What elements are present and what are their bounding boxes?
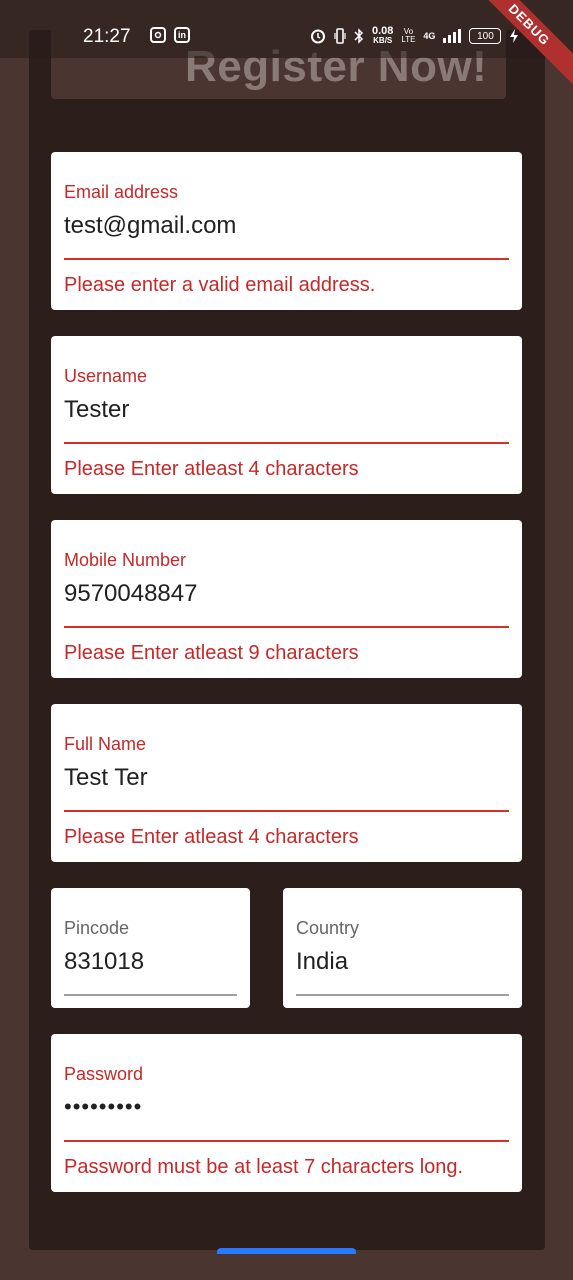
username-error: Please Enter atleast 4 characters xyxy=(64,458,359,480)
battery-indicator: 100 xyxy=(469,28,502,44)
vibrate-icon xyxy=(334,28,346,44)
mobile-number-underline xyxy=(64,626,509,628)
full-name-error: Please Enter atleast 4 characters xyxy=(64,826,359,848)
pincode-underline xyxy=(64,994,237,996)
network-type: 4G xyxy=(423,31,436,41)
mobile-number-value[interactable]: 9570048847 xyxy=(64,580,197,608)
email-underline xyxy=(64,258,509,260)
email-field[interactable]: Email address test@gmail.com Please ente… xyxy=(51,152,522,310)
email-value[interactable]: test@gmail.com xyxy=(64,212,236,240)
password-label: Password xyxy=(64,1064,144,1084)
alarm-icon xyxy=(311,29,325,44)
username-value[interactable]: Tester xyxy=(64,396,129,424)
username-field[interactable]: Username Tester Please Enter atleast 4 c… xyxy=(51,336,522,494)
country-value[interactable]: India xyxy=(296,948,348,976)
email-error: Please enter a valid email address. xyxy=(64,274,376,296)
mobile-number-field[interactable]: Mobile Number 9570048847 Please Enter at… xyxy=(51,520,522,678)
password-value[interactable]: ••••••••• xyxy=(64,1094,142,1120)
full-name-underline xyxy=(64,810,509,812)
full-name-value[interactable]: Test Ter xyxy=(64,764,148,792)
status-time: 21:27 xyxy=(83,26,131,47)
bluetooth-icon xyxy=(354,28,364,44)
email-label: Email address xyxy=(64,182,179,202)
country-underline xyxy=(296,994,509,996)
pincode-label: Pincode xyxy=(64,918,130,938)
register-button[interactable] xyxy=(217,1248,356,1254)
instagram-icon xyxy=(150,27,166,43)
country-field[interactable]: Country India xyxy=(283,888,522,1008)
username-label: Username xyxy=(64,366,148,386)
pincode-field[interactable]: Pincode 831018 xyxy=(51,888,250,1008)
full-name-label: Full Name xyxy=(64,734,147,754)
network-speed: 0.08 KB/S xyxy=(372,25,394,46)
password-error: Password must be at least 7 characters l… xyxy=(64,1156,464,1178)
status-bar: 21:27 in 0.08 KB/S Vo LTE 4G 100 xyxy=(0,0,573,58)
linkedin-icon: in xyxy=(174,27,190,43)
password-underline xyxy=(64,1140,509,1142)
password-field[interactable]: Password ••••••••• Password must be at l… xyxy=(51,1034,522,1192)
mobile-number-label: Mobile Number xyxy=(64,550,187,570)
signal-icon xyxy=(443,29,462,43)
country-label: Country xyxy=(296,918,360,938)
username-underline xyxy=(64,442,509,444)
full-name-field[interactable]: Full Name Test Ter Please Enter atleast … xyxy=(51,704,522,862)
volte-indicator: Vo LTE xyxy=(401,27,416,44)
mobile-number-error: Please Enter atleast 9 characters xyxy=(64,642,359,664)
pincode-value[interactable]: 831018 xyxy=(64,948,144,976)
